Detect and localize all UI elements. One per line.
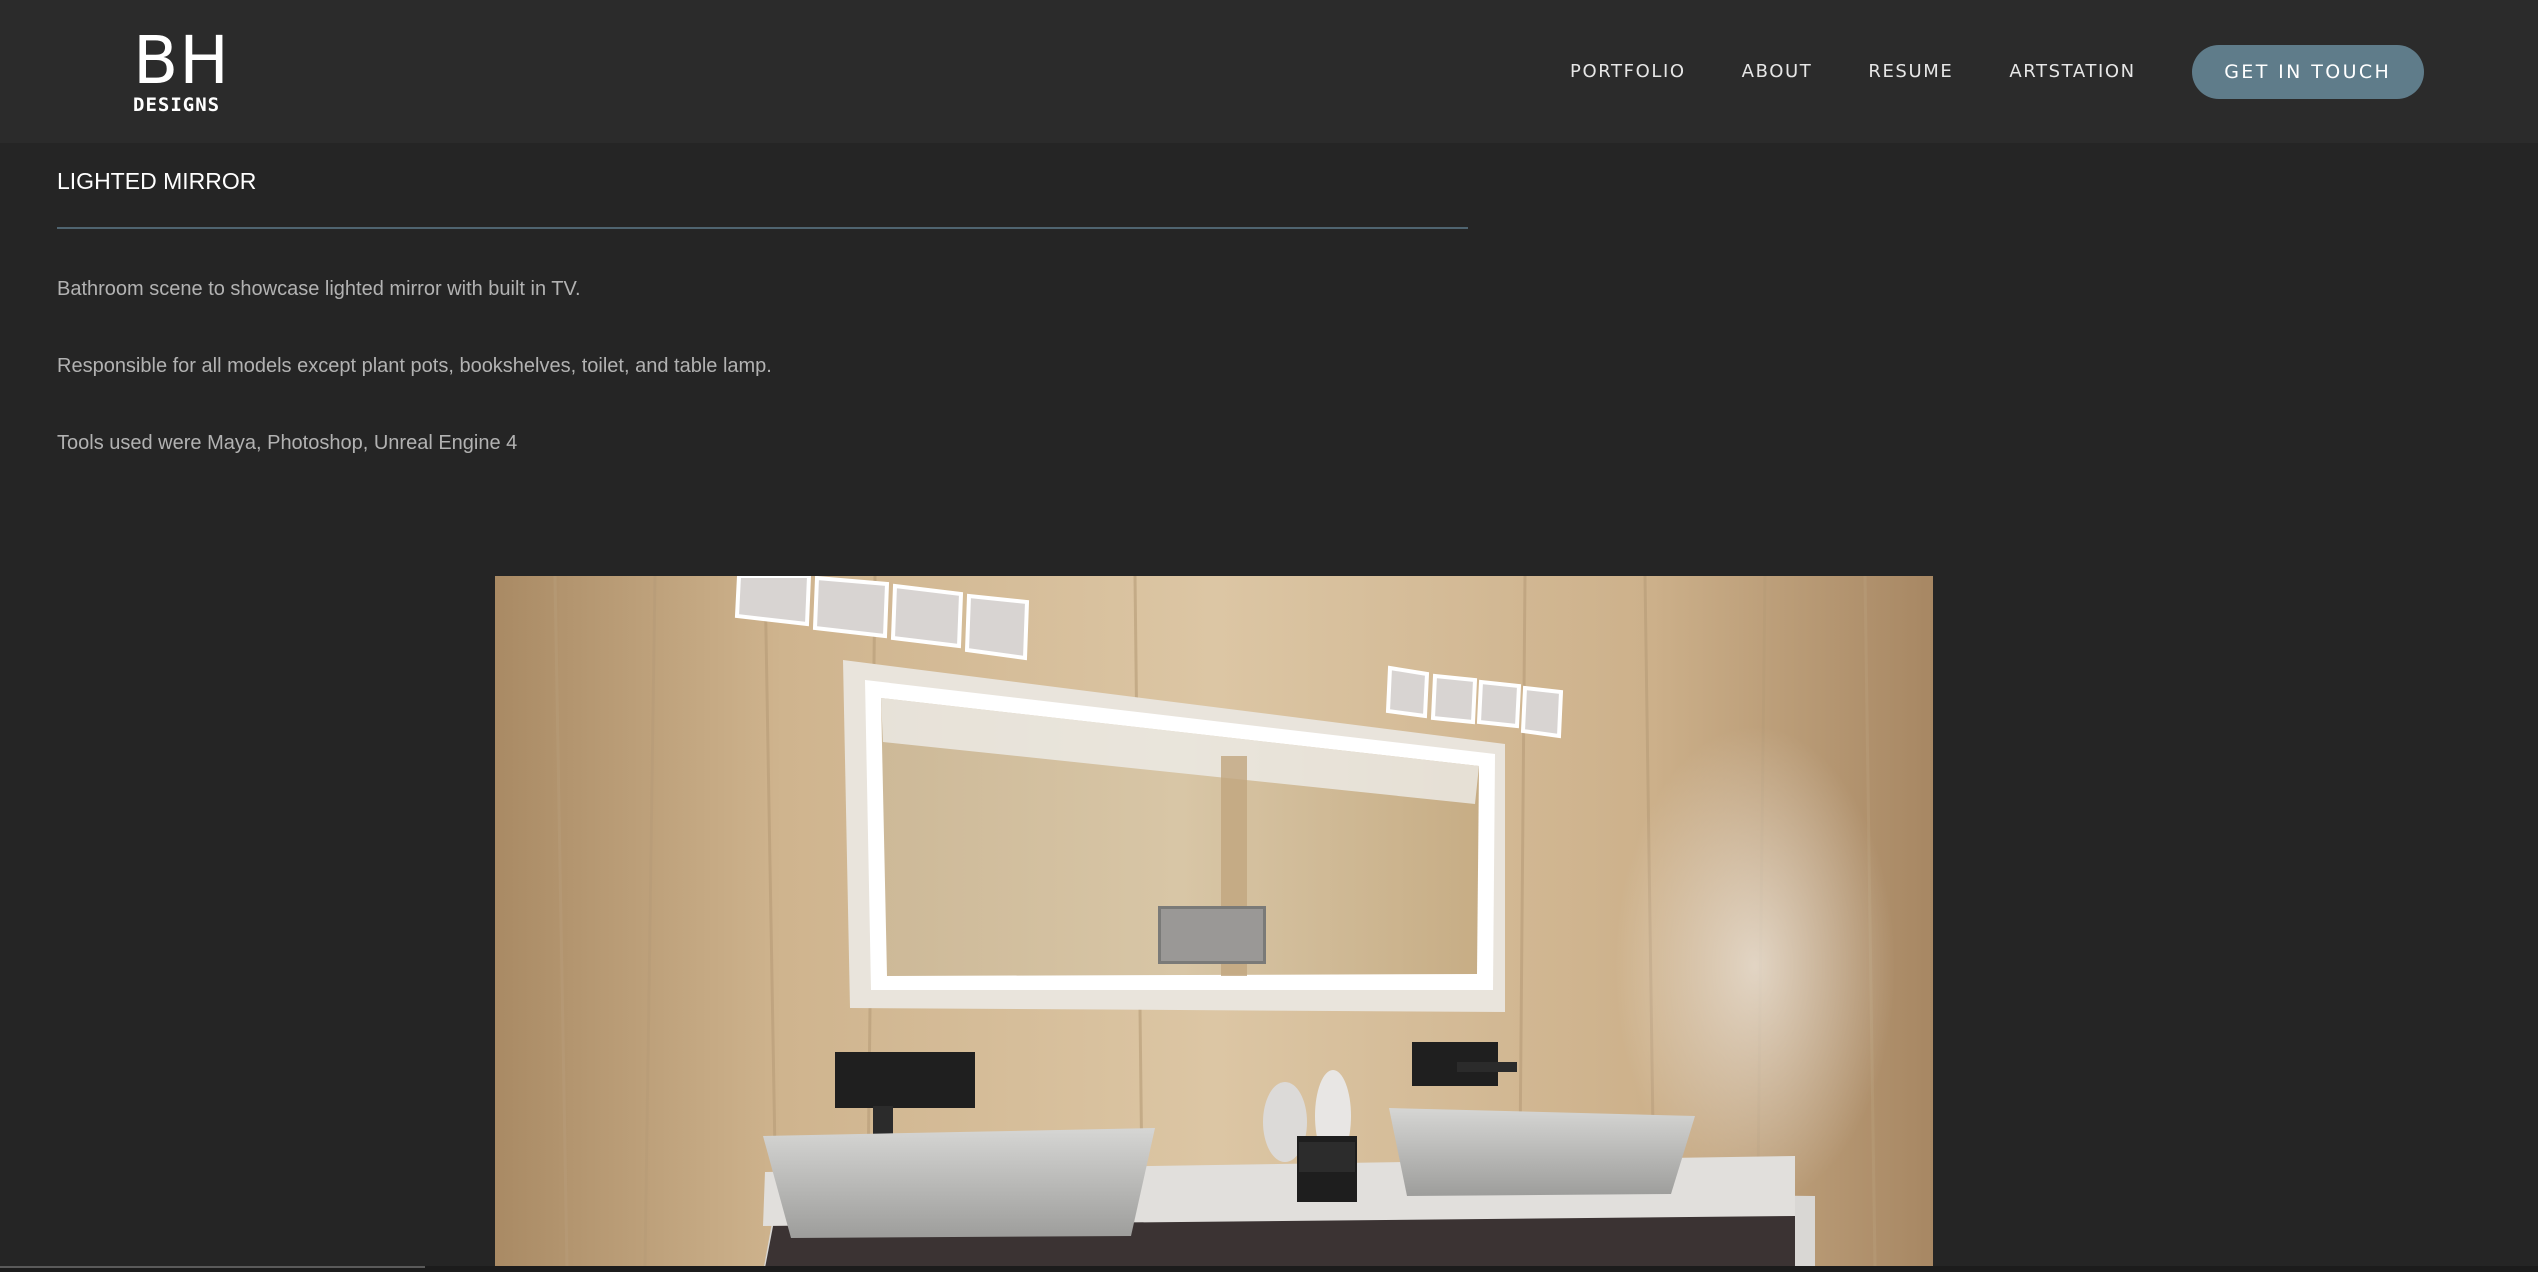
bathroom-render [495, 576, 1933, 1268]
horizontal-scrollbar[interactable] [0, 1266, 2538, 1272]
main-nav: PORTFOLIO ABOUT RESUME ARTSTATION GET IN… [1570, 0, 2424, 143]
get-in-touch-button[interactable]: GET IN TOUCH [2191, 44, 2424, 99]
title-divider [57, 227, 1468, 229]
nav-link-resume[interactable]: RESUME [1868, 61, 1953, 82]
project-tools: Tools used were Maya, Photoshop, Unreal … [57, 432, 518, 454]
project-responsibility: Responsible for all models except plant … [57, 355, 772, 377]
project-title: LIGHTED MIRROR [57, 168, 257, 194]
scrollbar-thumb[interactable] [0, 1266, 425, 1268]
nav-link-artstation[interactable]: ARTSTATION [2009, 61, 2135, 82]
site-header: BH DESIGNS PORTFOLIO ABOUT RESUME ARTSTA… [0, 0, 2538, 143]
nav-link-about[interactable]: ABOUT [1742, 61, 1813, 82]
project-description: Bathroom scene to showcase lighted mirro… [57, 278, 581, 300]
logo[interactable]: BH DESIGNS [133, 28, 230, 115]
project-render-image [495, 576, 1933, 1268]
logo-subtitle: DESIGNS [133, 94, 221, 116]
nav-link-portfolio[interactable]: PORTFOLIO [1570, 61, 1686, 82]
logo-mark: BH [133, 22, 230, 99]
